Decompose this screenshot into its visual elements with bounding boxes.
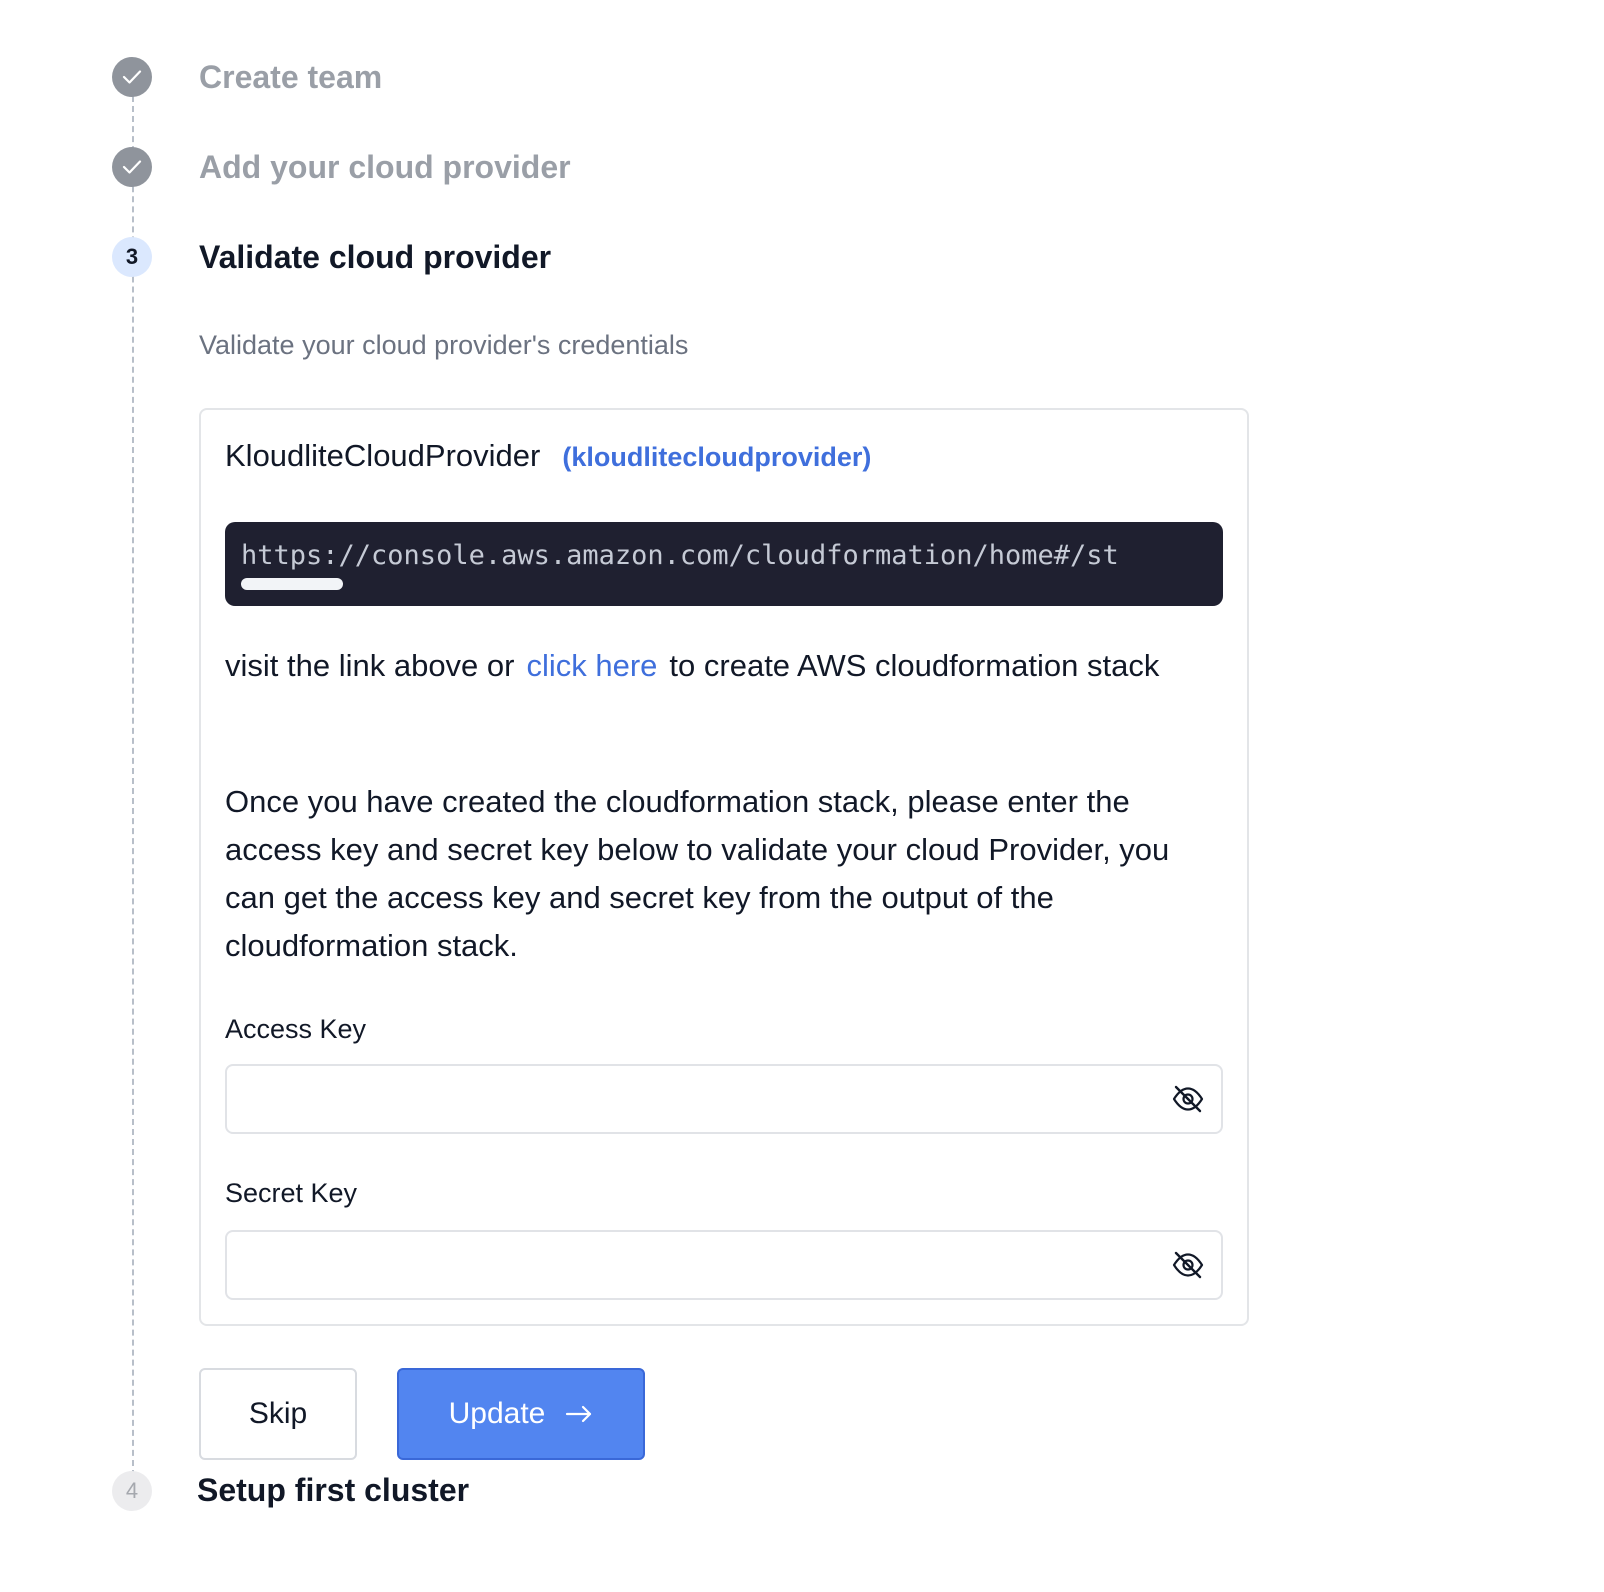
arrow-right-icon	[566, 1405, 592, 1423]
step-2-dot	[112, 147, 152, 187]
instruction-text: visit the link above or click here to crea…	[225, 642, 1215, 690]
step-3-dot: 3	[112, 237, 152, 277]
onboarding-page: Create team Add your cloud provider 3 Va…	[0, 0, 1604, 1592]
provider-header: KloudliteCloudProvider (kloudlitecloudpro…	[225, 438, 871, 474]
provider-id: (kloudlitecloudprovider)	[562, 442, 872, 472]
secret-key-field[interactable]	[225, 1230, 1223, 1300]
step-4-title: Setup first cluster	[197, 1472, 470, 1508]
access-key-field[interactable]	[225, 1064, 1223, 1134]
check-icon	[122, 70, 142, 84]
step-1-dot	[112, 57, 152, 97]
skip-button[interactable]: Skip	[199, 1368, 357, 1460]
url-scrollbar[interactable]	[241, 578, 343, 590]
cloudformation-url[interactable]: https://console.aws.amazon.com/cloudform…	[241, 540, 1119, 571]
eye-off-icon[interactable]	[1171, 1250, 1205, 1280]
provider-validation-card: KloudliteCloudProvider (kloudlitecloudpro…	[199, 408, 1249, 1326]
secret-key-input[interactable]	[243, 1232, 1147, 1300]
update-button[interactable]: Update	[397, 1368, 645, 1460]
provider-name: KloudliteCloudProvider	[225, 438, 541, 473]
step-timeline-line	[132, 96, 134, 1486]
check-icon	[122, 160, 142, 174]
instruction-after: to create AWS cloudformation stack	[669, 648, 1160, 683]
instruction-before: visit the link above or	[225, 648, 515, 683]
click-here-link[interactable]: click here	[526, 648, 657, 683]
step-3-title: Validate cloud provider	[199, 239, 552, 275]
access-key-label: Access Key	[225, 1014, 367, 1044]
access-key-input[interactable]	[243, 1066, 1147, 1134]
eye-off-icon[interactable]	[1171, 1084, 1205, 1114]
step-3-subtitle: Validate your cloud provider's credentia…	[199, 330, 689, 360]
skip-button-label: Skip	[248, 1397, 308, 1430]
step-1-title: Create team	[199, 59, 383, 95]
cloudformation-url-box[interactable]: https://console.aws.amazon.com/cloudform…	[225, 522, 1223, 606]
secret-key-label: Secret Key	[225, 1178, 358, 1208]
update-button-label: Update	[448, 1397, 546, 1430]
step-2-title: Add your cloud provider	[199, 149, 571, 185]
instruction-description: Once you have created the cloudformation…	[225, 784, 1170, 963]
step-4-dot: 4	[112, 1471, 152, 1511]
